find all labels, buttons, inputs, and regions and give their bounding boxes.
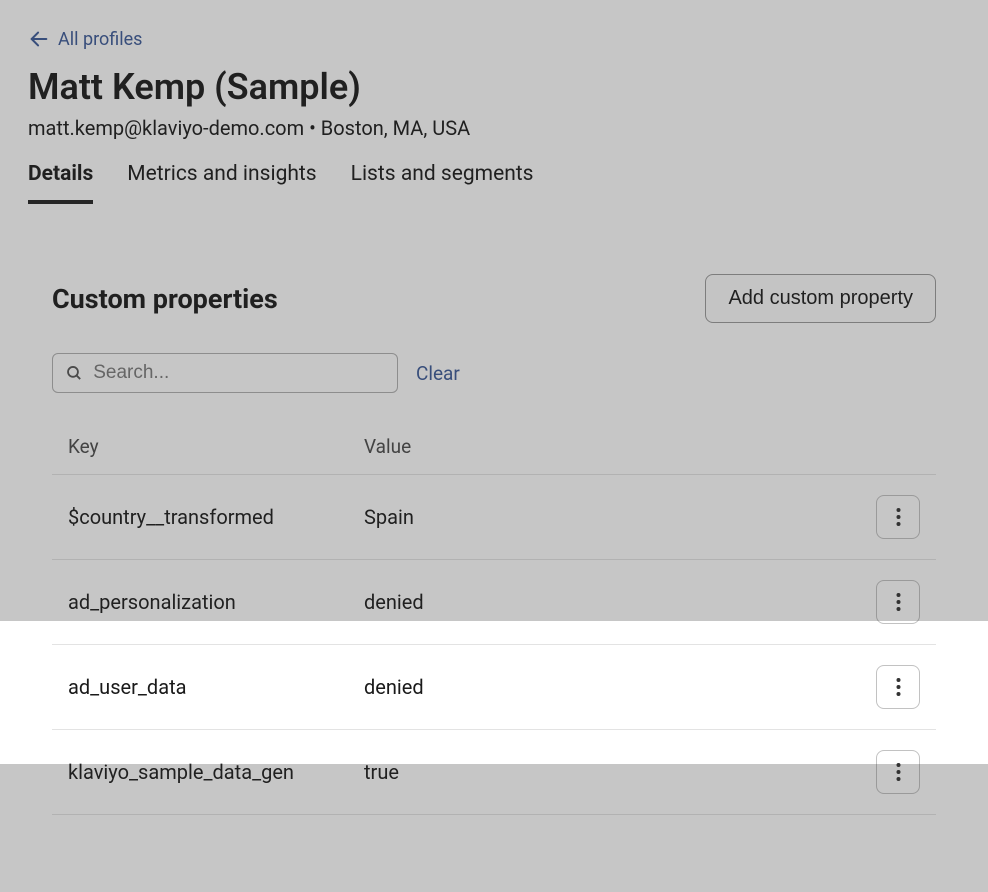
row-value: true [364, 760, 860, 784]
row-actions-button[interactable] [876, 750, 920, 794]
tab-details[interactable]: Details [28, 162, 93, 204]
content-area: Custom properties Add custom property Cl… [0, 204, 988, 843]
row-action [860, 665, 920, 709]
page-header: All profiles Matt Kemp (Sample) matt.kem… [0, 0, 988, 204]
row-value: Spain [364, 505, 860, 529]
header-action [860, 435, 920, 458]
more-vertical-icon [896, 677, 901, 697]
search-box[interactable] [52, 353, 398, 393]
add-custom-property-button[interactable]: Add custom property [705, 274, 936, 323]
clear-link[interactable]: Clear [416, 362, 460, 385]
card-title: Custom properties [52, 283, 278, 315]
more-vertical-icon [896, 592, 901, 612]
row-key: $country__transformed [68, 505, 364, 529]
tab-lists[interactable]: Lists and segments [351, 162, 534, 204]
row-action [860, 495, 920, 539]
custom-properties-card: Custom properties Add custom property Cl… [18, 240, 970, 825]
row-key: ad_personalization [68, 590, 364, 614]
search-input[interactable] [93, 362, 385, 384]
row-actions-button[interactable] [876, 580, 920, 624]
row-key: klaviyo_sample_data_gen [68, 760, 364, 784]
row-key: ad_user_data [68, 675, 364, 699]
profile-location: Boston, MA, USA [321, 116, 470, 140]
profile-page: All profiles Matt Kemp (Sample) matt.kem… [0, 0, 988, 892]
card-header: Custom properties Add custom property [52, 274, 936, 323]
header-value: Value [364, 435, 860, 458]
row-action [860, 750, 920, 794]
back-link-label: All profiles [58, 29, 142, 50]
search-icon [65, 363, 83, 383]
more-vertical-icon [896, 507, 901, 527]
more-vertical-icon [896, 762, 901, 782]
table-header: Key Value [52, 417, 936, 475]
search-row: Clear [52, 353, 936, 393]
separator: • [304, 116, 321, 140]
profile-email: matt.kemp@klaviyo-demo.com [28, 116, 304, 140]
tabs: Details Metrics and insights Lists and s… [28, 162, 960, 204]
row-actions-button[interactable] [876, 495, 920, 539]
table-row: ad_user_data denied [52, 645, 936, 730]
table-row: $country__transformed Spain [52, 475, 936, 560]
row-actions-button[interactable] [876, 665, 920, 709]
header-key: Key [68, 435, 364, 458]
back-link[interactable]: All profiles [28, 28, 142, 50]
row-action [860, 580, 920, 624]
arrow-left-icon [28, 28, 50, 50]
properties-table: Key Value $country__transformed Spain ad… [52, 417, 936, 815]
row-value: denied [364, 590, 860, 614]
table-row: klaviyo_sample_data_gen true [52, 730, 936, 815]
row-value: denied [364, 675, 860, 699]
table-row: ad_personalization denied [52, 560, 936, 645]
profile-subtitle: matt.kemp@klaviyo-demo.com • Boston, MA,… [28, 116, 960, 140]
tab-metrics[interactable]: Metrics and insights [127, 162, 316, 204]
profile-name: Matt Kemp (Sample) [28, 66, 960, 108]
